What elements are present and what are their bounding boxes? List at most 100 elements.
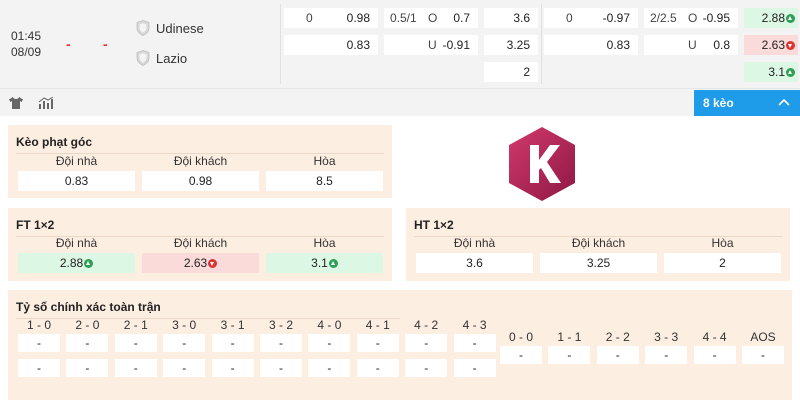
score-odds-cell[interactable]: - (742, 346, 784, 364)
ht-home-odds[interactable]: 3.6 (416, 253, 533, 273)
1x2-away-odds[interactable]: 3.25 (484, 35, 538, 55)
label-draw: Hòa (313, 154, 336, 168)
ht-draw-odds[interactable]: 2 (664, 253, 781, 273)
handicap2-home-odds[interactable]: 0 -0.97 (544, 8, 638, 28)
score-odds-cell[interactable]: - (66, 334, 109, 352)
match-row: 01:45 08/09 - - Udinese Lazio 0 0.98 0.5… (0, 0, 800, 88)
kickoff-date: 08/09 (10, 45, 42, 59)
shield-icon (136, 20, 150, 36)
score-odds-cell[interactable]: - (163, 334, 206, 352)
arrow-up-icon (328, 258, 338, 268)
ft-home-odds[interactable]: 2.88 (18, 253, 135, 273)
arrow-down-icon (786, 41, 795, 50)
score-header: 3 - 1 (220, 318, 245, 332)
1x2-draw-odds[interactable]: 2 (484, 62, 538, 82)
score-header: 4 - 0 (317, 318, 342, 332)
home-score: - (66, 36, 71, 52)
score-odds-cell[interactable]: - (163, 359, 206, 377)
label-away: Đội khách (173, 154, 228, 168)
arrow-up-icon (786, 68, 795, 77)
arrow-down-icon (208, 258, 218, 268)
1x2-home-odds[interactable]: 3.6 (484, 8, 538, 28)
arrow-up-icon (84, 258, 94, 268)
score-odds-cell[interactable]: - (308, 334, 351, 352)
score-odds-cell[interactable]: - (356, 334, 399, 352)
label-home: Đội nhà (453, 236, 496, 250)
score-odds-cell[interactable]: - (596, 346, 639, 364)
exact-score-box: Tỷ số chính xác toàn trận 1 - 0--2 - 0--… (8, 290, 792, 400)
score-odds-cell[interactable]: - (453, 334, 496, 352)
score-header: 3 - 0 (172, 318, 197, 332)
shield-icon (136, 50, 150, 66)
score-header: 2 - 1 (123, 318, 148, 332)
corner-draw-odds[interactable]: 8.5 (266, 171, 383, 191)
score-header: 2 - 0 (75, 318, 100, 332)
handicap2-away-odds[interactable]: 0.83 (544, 35, 638, 55)
score-odds-cell[interactable]: - (114, 334, 157, 352)
score-header: 4 - 1 (365, 318, 390, 332)
away-score: - (103, 36, 108, 52)
score-header: 4 - 4 (702, 330, 727, 344)
brand-logo (505, 125, 579, 203)
score-odds-cell[interactable]: - (548, 346, 591, 364)
1x2-last-away-odds[interactable]: 2.63 (744, 35, 798, 55)
ft-1x2-box: FT 1×2 Đội nhà Đội khách Hòa 2.88 2.63 3… (8, 208, 392, 281)
corner-away-odds[interactable]: 0.98 (142, 171, 259, 191)
away-team[interactable]: Lazio (136, 50, 187, 66)
over-odds[interactable]: 0.5/1 O 0.7 (384, 8, 478, 28)
label-away: Đội khách (173, 236, 228, 250)
score-odds-cell[interactable]: - (693, 346, 736, 364)
score-odds-cell[interactable]: - (66, 359, 109, 377)
match-time: 01:45 08/09 (0, 0, 52, 88)
score-header: 2 - 2 (605, 330, 630, 344)
ft-draw-odds[interactable]: 3.1 (266, 253, 383, 273)
score-odds-cell[interactable]: - (500, 346, 542, 364)
score-odds-cell[interactable]: - (308, 359, 351, 377)
stats-chart-icon[interactable] (38, 97, 54, 109)
label-away: Đội khách (571, 236, 626, 250)
score-odds-cell[interactable]: - (18, 334, 60, 352)
home-team[interactable]: Udinese (136, 20, 204, 36)
label-home: Đội nhà (55, 236, 98, 250)
score-header: 4 - 3 (462, 318, 487, 332)
score-odds-cell[interactable]: - (260, 334, 302, 352)
score-odds-cell[interactable]: - (356, 359, 399, 377)
corner-home-odds[interactable]: 0.83 (18, 171, 135, 191)
handicap-away-odds[interactable]: 0.83 (284, 35, 378, 55)
1x2-last-home-odds[interactable]: 2.88 (744, 8, 798, 28)
score-odds-cell[interactable]: - (405, 334, 448, 352)
under2-odds[interactable]: U 0.8 (644, 35, 738, 55)
corner-odds-box: Kèo phạt góc Đội nhà Đội khách Hòa 0.83 … (8, 125, 392, 198)
label-draw: Hòa (711, 236, 734, 250)
handicap-home-odds[interactable]: 0 0.98 (284, 8, 378, 28)
score-header: 1 - 0 (26, 318, 51, 332)
score-odds-cell[interactable]: - (645, 346, 688, 364)
under-odds[interactable]: U -0.91 (384, 35, 478, 55)
box-title: Tỷ số chính xác toàn trận (16, 300, 161, 314)
away-team-name: Lazio (156, 50, 188, 66)
label-draw: Hòa (313, 236, 336, 250)
score-odds-cell[interactable]: - (453, 359, 496, 377)
box-title: Kèo phạt góc (16, 135, 93, 149)
arrow-up-icon (786, 14, 795, 23)
ft-away-odds[interactable]: 2.63 (142, 253, 259, 273)
k-logo-icon (509, 127, 575, 201)
score-odds-cell[interactable]: - (114, 359, 157, 377)
score-odds-cell[interactable]: - (260, 359, 302, 377)
box-title: FT 1×2 (16, 218, 55, 232)
score-odds-cell[interactable]: - (18, 359, 60, 377)
score-header: 3 - 2 (268, 318, 293, 332)
more-markets-button[interactable]: 8 kèo (694, 90, 800, 116)
shirt-icon[interactable] (9, 97, 23, 109)
over2-odds[interactable]: 2/2.5 O -0.95 (644, 8, 738, 28)
score-odds-cell[interactable]: - (405, 359, 448, 377)
score-odds-cell[interactable]: - (211, 359, 254, 377)
column-divider (541, 4, 542, 84)
kickoff-time: 01:45 (10, 29, 42, 43)
1x2-last-draw-odds[interactable]: 3.1 (744, 62, 798, 82)
ht-away-odds[interactable]: 3.25 (540, 253, 657, 273)
label-home: Đội nhà (55, 154, 98, 168)
score-header: 3 - 3 (654, 330, 679, 344)
match-toolbar (0, 88, 800, 116)
score-odds-cell[interactable]: - (211, 334, 254, 352)
